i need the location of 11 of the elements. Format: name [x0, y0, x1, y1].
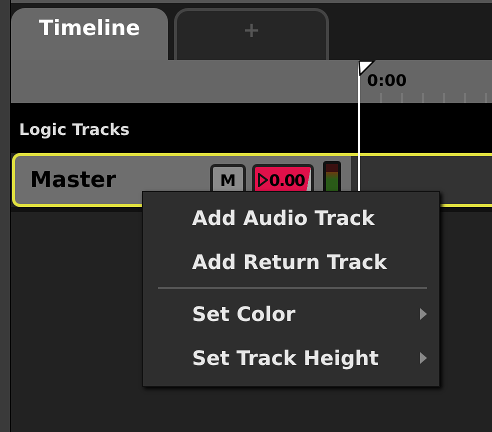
- tab[interactable]: Timeline: [11, 8, 168, 60]
- submenu-arrow-icon: [420, 308, 427, 320]
- submenu-arrow-icon: [420, 352, 427, 364]
- menu-item[interactable]: Add Return Track: [143, 240, 439, 292]
- menu-item[interactable]: Set Color: [143, 292, 439, 336]
- menu-item[interactable]: Set Track Height: [143, 336, 439, 380]
- volume-value: 0.00: [269, 170, 304, 190]
- section-label: Logic Tracks: [19, 120, 130, 139]
- play-icon: [258, 173, 268, 187]
- time-label: 0:00: [367, 71, 407, 90]
- track-name: Master: [30, 168, 118, 192]
